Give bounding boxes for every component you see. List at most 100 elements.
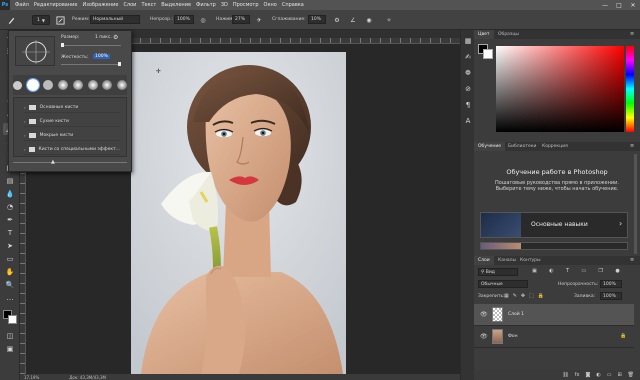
filter-pixel-icon[interactable]: ▣	[532, 268, 537, 276]
zoom-level[interactable]: 17,19%	[24, 375, 39, 380]
properties-icon[interactable]: ⊘	[463, 84, 473, 94]
tab-color[interactable]: Цвет	[474, 30, 494, 39]
menu-image[interactable]: Изображение	[82, 2, 118, 8]
menu-3d[interactable]: 3D	[221, 2, 228, 8]
document-image[interactable]: ✛	[131, 52, 346, 374]
close-button[interactable]: ✕	[626, 0, 640, 10]
folder-dry-brushes[interactable]: › Сухие кисти	[24, 116, 120, 127]
brush-preset-picker[interactable]: 1 ▼	[32, 15, 50, 25]
history-icon[interactable]: ▦	[463, 36, 473, 46]
maximize-button[interactable]: □	[612, 0, 626, 10]
tab-libraries[interactable]: Библиотеки	[504, 142, 540, 151]
brush-tip[interactable]	[13, 80, 22, 90]
path-select-icon[interactable]: ➤	[3, 240, 17, 252]
tab-adjustments[interactable]: Коррекция	[538, 142, 572, 151]
popup-gear-icon[interactable]: ⚙	[113, 34, 118, 41]
size-slider-handle[interactable]	[61, 43, 64, 47]
brush-tool-icon[interactable]	[5, 15, 17, 25]
folder-special-effects[interactable]: › Кисти со специальными эффект...	[24, 144, 120, 155]
brush-tip[interactable]	[43, 80, 54, 90]
layers-opacity-input[interactable]: 100%	[600, 280, 622, 288]
mode-select[interactable]: Нормальный	[90, 15, 140, 24]
pressure-size-icon[interactable]: ◉	[364, 15, 374, 25]
fill-input[interactable]: 100%	[600, 292, 622, 300]
tab-learn[interactable]: Обучение	[474, 142, 506, 151]
trash-icon[interactable]: 🗑	[628, 372, 634, 378]
pressure-opacity-icon[interactable]: ◎	[198, 15, 208, 25]
menu-edit[interactable]: Редактирование	[34, 2, 78, 8]
lock-all-icon[interactable]: 🔒	[538, 293, 544, 299]
dodge-icon[interactable]: ◔	[3, 201, 17, 213]
size-value[interactable]: 1 пикс.	[95, 35, 112, 40]
layer-kind-filter[interactable]: ⚲ Вид	[478, 268, 518, 276]
layer-row[interactable]: 👁 Слой 1	[474, 304, 634, 326]
opacity-input[interactable]: 100%	[174, 15, 194, 24]
menu-help[interactable]: Справка	[282, 2, 304, 8]
visibility-eye-icon[interactable]: 👁	[480, 333, 488, 340]
layer-name[interactable]: Фон	[508, 334, 518, 339]
brush-tip[interactable]	[87, 80, 98, 90]
fx-icon[interactable]: fx	[575, 372, 580, 378]
angle-icon[interactable]: ∠	[348, 15, 358, 25]
add-mask-icon[interactable]: ◙	[585, 372, 590, 378]
learn-card-basics[interactable]: Основные навыки ›	[480, 212, 628, 238]
tab-paths[interactable]: Контуры	[516, 256, 545, 265]
gear-icon[interactable]: ⚙	[332, 15, 342, 25]
color-field[interactable]	[496, 46, 624, 132]
hand-icon[interactable]: ✋	[3, 266, 17, 278]
brush-tip[interactable]	[72, 80, 83, 90]
screen-mode-icon[interactable]: ▣	[3, 343, 17, 355]
size-slider[interactable]	[61, 43, 121, 47]
filter-shape-icon[interactable]: ▭	[581, 268, 586, 276]
clone-source-icon[interactable]: ❁	[463, 68, 473, 78]
slider-handle-icon[interactable]: ▲	[51, 159, 55, 165]
brush-tip-selected[interactable]	[25, 78, 40, 92]
learn-scrollbar[interactable]	[634, 154, 637, 254]
tab-swatches[interactable]: Образцы	[494, 30, 523, 39]
filter-adjustment-icon[interactable]: ◐	[549, 268, 553, 276]
lock-paint-icon[interactable]: ✎	[513, 293, 517, 299]
blend-mode-select[interactable]: Обычные	[478, 280, 528, 288]
menu-view[interactable]: Просмотр	[233, 2, 259, 8]
menu-file[interactable]: Файл	[15, 2, 29, 8]
gradient-icon[interactable]: ▤	[3, 175, 17, 187]
zoom-icon[interactable]: 🔍	[3, 279, 17, 291]
flow-input[interactable]: 27%	[232, 15, 250, 24]
folder-wet-brushes[interactable]: › Мокрые кисти	[24, 130, 120, 141]
menu-text[interactable]: Текст	[141, 2, 156, 8]
type-icon[interactable]: T	[3, 227, 17, 239]
blur-icon[interactable]: 💧	[3, 188, 17, 200]
panel-menu-icon[interactable]: ≡	[630, 143, 634, 149]
background-color-swatch[interactable]	[8, 315, 17, 324]
pen-icon[interactable]: ✒	[3, 214, 17, 226]
hue-slider[interactable]	[626, 46, 634, 132]
smoothing-input[interactable]: 10%	[308, 15, 326, 24]
new-layer-icon[interactable]: ⊞	[617, 372, 621, 378]
quick-mask-icon[interactable]: ◫	[3, 330, 17, 342]
adjustment-layer-icon[interactable]: ◐	[596, 372, 600, 378]
filter-smart-icon[interactable]: ❐	[599, 268, 603, 276]
brush-panel-icon[interactable]: ✍	[463, 52, 473, 62]
preview-size-slider[interactable]: ▲	[13, 159, 127, 165]
brush-angle-preview[interactable]	[15, 36, 55, 66]
layer-name[interactable]: Слой 1	[508, 312, 524, 317]
menu-window[interactable]: Окно	[264, 2, 277, 8]
hardness-value[interactable]: 100%	[93, 54, 110, 59]
hardness-slider[interactable]	[61, 62, 121, 66]
filter-toggle-icon[interactable]: ●	[615, 268, 619, 276]
visibility-eye-icon[interactable]: 👁	[480, 311, 488, 318]
folder-basic-brushes[interactable]: › Основные кисти	[24, 102, 120, 113]
learn-card-next[interactable]	[480, 242, 628, 250]
new-group-icon[interactable]: ▭	[607, 372, 612, 378]
filter-type-icon[interactable]: T	[566, 268, 569, 276]
brush-settings-icon[interactable]	[55, 15, 65, 25]
lock-artboard-icon[interactable]: ⬚	[529, 293, 534, 299]
panel-menu-icon[interactable]: ≡	[630, 257, 634, 263]
panel-menu-icon[interactable]: ≡	[630, 31, 634, 37]
menu-filter[interactable]: Фильтр	[196, 2, 216, 8]
symmetry-icon[interactable]: ✧	[384, 15, 394, 25]
brush-tip[interactable]	[116, 80, 127, 90]
lock-pixels-icon[interactable]: ▦	[504, 293, 509, 299]
menu-select[interactable]: Выделение	[161, 2, 191, 8]
shape-icon[interactable]: ▭	[3, 253, 17, 265]
